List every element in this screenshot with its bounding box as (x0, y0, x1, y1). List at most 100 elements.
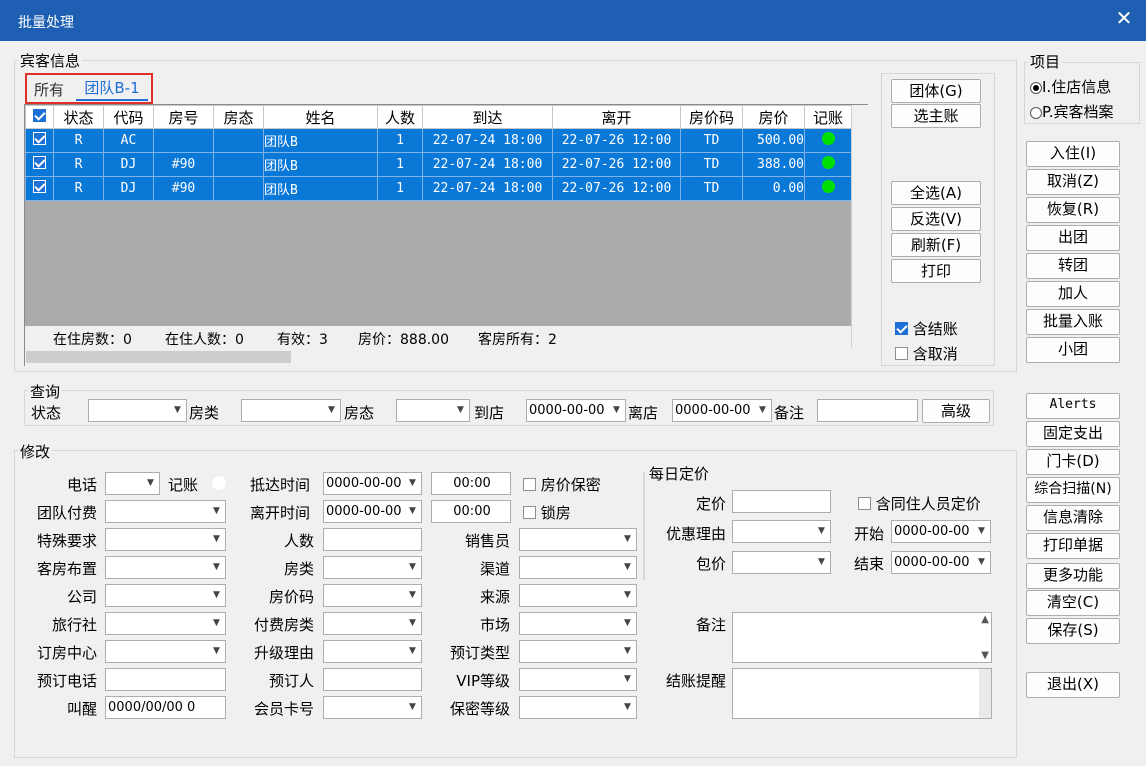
col-persons[interactable]: 人数 (377, 105, 423, 129)
select-all-button[interactable]: 全选(A) (891, 181, 981, 205)
transfer-group-button[interactable]: 转团 (1026, 253, 1120, 279)
group-button[interactable]: 团体(G) (891, 79, 981, 103)
more-functions-button[interactable]: 更多功能 (1026, 563, 1120, 589)
alerts-button[interactable]: Alerts (1026, 393, 1120, 419)
radio-guest-profile[interactable]: P.宾客档案 (1030, 101, 1113, 122)
table-row[interactable]: R AC 团队B 1 22-07-24 18:00 22-07-26 12:00… (25, 128, 852, 153)
row-checkbox[interactable] (25, 152, 54, 177)
col-roomstate[interactable]: 房态 (213, 105, 264, 129)
save-button[interactable]: 保存(S) (1026, 618, 1120, 644)
fixed-charges-button[interactable]: 固定支出 (1026, 421, 1120, 447)
remark-textarea[interactable]: ▲ ▼ (732, 612, 992, 663)
clear-button[interactable]: 清空(C) (1026, 590, 1120, 616)
col-account[interactable]: 记账 (804, 105, 852, 129)
include-companion-checkbox[interactable]: 含同住人员定价 (858, 493, 981, 514)
vip-level-dropdown[interactable]: ▼ (519, 668, 637, 691)
include-cancelled-checkbox[interactable]: 含取消 (895, 343, 958, 364)
col-depart[interactable]: 离开 (552, 105, 681, 129)
print-button[interactable]: 打印 (891, 259, 981, 283)
col-status[interactable]: 状态 (53, 105, 104, 129)
combined-scan-button[interactable]: 综合扫描(N) (1026, 477, 1120, 503)
price-input[interactable] (732, 490, 831, 513)
invert-selection-button[interactable]: 反选(V) (891, 207, 981, 231)
col-room[interactable]: 房号 (153, 105, 214, 129)
batch-posting-button[interactable]: 批量入账 (1026, 309, 1120, 335)
query-status-dropdown[interactable]: ▼ (88, 399, 187, 422)
clear-info-button[interactable]: 信息清除 (1026, 505, 1120, 531)
booking-type-dropdown[interactable]: ▼ (519, 640, 637, 663)
close-icon[interactable]: ✕ (1112, 6, 1136, 34)
table-row[interactable]: R DJ #90 团队B 1 22-07-24 18:00 22-07-26 1… (25, 176, 852, 201)
radio-stay-info[interactable]: I.住店信息 (1030, 76, 1111, 97)
advanced-button[interactable]: 高级 (922, 399, 990, 423)
arrive-time-input[interactable]: 00:00 (431, 472, 511, 495)
table-row[interactable]: R DJ #90 团队B 1 22-07-24 18:00 22-07-26 1… (25, 152, 852, 177)
rate-private-checkbox[interactable]: 房价保密 (523, 474, 601, 495)
col-ratecode[interactable]: 房价码 (680, 105, 743, 129)
tab-group-b1[interactable]: 团队B-1 (76, 77, 148, 101)
special-request-dropdown[interactable]: ▼ (105, 528, 226, 551)
subgroup-button[interactable]: 小团 (1026, 337, 1120, 363)
checkout-remind-scrollbar[interactable] (979, 669, 991, 718)
vertical-scrollbar[interactable] (851, 105, 868, 348)
company-dropdown[interactable]: ▼ (105, 584, 226, 607)
persons-input[interactable] (323, 528, 422, 551)
add-person-button[interactable]: 加人 (1026, 281, 1120, 307)
package-dropdown[interactable]: ▼ (732, 551, 831, 574)
row-checkbox[interactable] (25, 176, 54, 201)
query-remark-input[interactable] (817, 399, 918, 422)
tab-all[interactable]: 所有 (34, 79, 64, 100)
agency-dropdown[interactable]: ▼ (105, 612, 226, 635)
include-settled-checkbox[interactable]: 含结账 (895, 318, 958, 339)
phone-dropdown[interactable]: ▼ (105, 472, 160, 495)
booking-phone-input[interactable] (105, 668, 226, 691)
account-radio[interactable] (212, 476, 226, 490)
scroll-down-icon[interactable]: ▼ (981, 650, 989, 661)
upgrade-reason-dropdown[interactable]: ▼ (323, 640, 422, 663)
arrive-date-picker[interactable]: 0000-00-00 ▼ (323, 472, 422, 495)
channel-dropdown[interactable]: ▼ (519, 556, 637, 579)
exit-button[interactable]: 退出(X) (1026, 672, 1120, 698)
checkin-button[interactable]: 入住(I) (1026, 141, 1120, 167)
horizontal-scrollbar[interactable] (25, 348, 868, 366)
col-arrive[interactable]: 到达 (422, 105, 553, 129)
query-depart-date[interactable]: 0000-00-00 ▼ (672, 399, 772, 422)
depart-date-picker[interactable]: 0000-00-00 ▼ (323, 500, 422, 523)
booker-input[interactable] (323, 668, 422, 691)
secret-level-dropdown[interactable]: ▼ (519, 696, 637, 719)
depart-time-input[interactable]: 00:00 (431, 500, 511, 523)
select-all-checkbox[interactable] (25, 105, 54, 129)
pay-roomtype-dropdown[interactable]: ▼ (323, 612, 422, 635)
lock-room-checkbox[interactable]: 锁房 (523, 502, 571, 523)
row-checkbox[interactable] (25, 128, 54, 153)
end-date-picker[interactable]: 0000-00-00 ▼ (891, 551, 991, 574)
print-documents-button[interactable]: 打印单据 (1026, 533, 1120, 559)
restore-button[interactable]: 恢复(R) (1026, 197, 1120, 223)
refresh-button[interactable]: 刷新(F) (891, 233, 981, 257)
group-checkout-button[interactable]: 出团 (1026, 225, 1120, 251)
start-date-picker[interactable]: 0000-00-00 ▼ (891, 520, 991, 543)
col-rate[interactable]: 房价 (742, 105, 805, 129)
checkout-remind-textarea[interactable] (732, 668, 992, 719)
scroll-up-icon[interactable]: ▲ (981, 614, 989, 625)
query-roomtype-dropdown[interactable]: ▼ (241, 399, 341, 422)
booking-center-dropdown[interactable]: ▼ (105, 640, 226, 663)
salesman-dropdown[interactable]: ▼ (519, 528, 637, 551)
market-dropdown[interactable]: ▼ (519, 612, 637, 635)
group-pay-dropdown[interactable]: ▼ (105, 500, 226, 523)
select-master-button[interactable]: 选主账 (891, 104, 981, 128)
query-arrive-date[interactable]: 0000-00-00 ▼ (526, 399, 626, 422)
ratecode-dropdown[interactable]: ▼ (323, 584, 422, 607)
horizontal-scroll-thumb[interactable] (26, 351, 291, 363)
source-dropdown[interactable]: ▼ (519, 584, 637, 607)
col-name[interactable]: 姓名 (263, 105, 378, 129)
wakeup-input[interactable]: 0000/00/00 0 (105, 696, 226, 719)
roomtype-dropdown[interactable]: ▼ (323, 556, 422, 579)
discount-reason-dropdown[interactable]: ▼ (732, 520, 831, 543)
room-card-button[interactable]: 门卡(D) (1026, 449, 1120, 475)
member-card-dropdown[interactable]: ▼ (323, 696, 422, 719)
col-code[interactable]: 代码 (103, 105, 154, 129)
room-layout-dropdown[interactable]: ▼ (105, 556, 226, 579)
query-roomstate-dropdown[interactable]: ▼ (396, 399, 470, 422)
cancel-button[interactable]: 取消(Z) (1026, 169, 1120, 195)
